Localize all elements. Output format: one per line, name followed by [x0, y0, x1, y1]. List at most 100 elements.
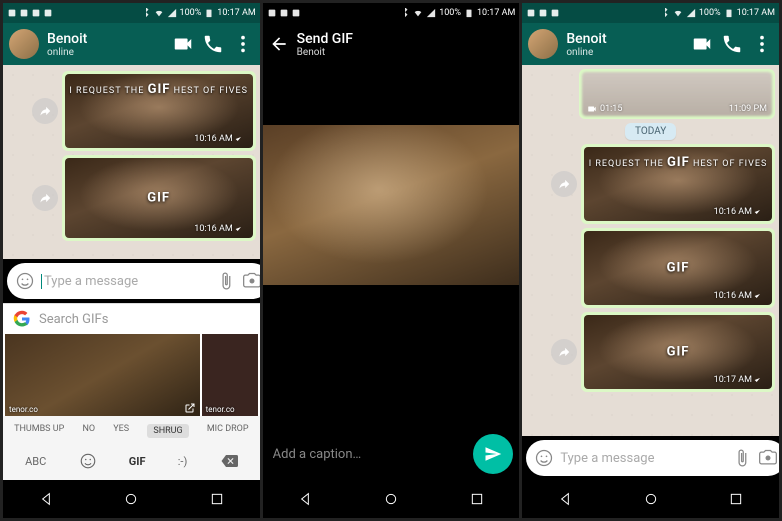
kb-emoticon[interactable]: :-)	[178, 455, 188, 468]
status-bar: 100% 10:17 AM	[522, 3, 779, 23]
timestamp: 10:16 AM	[194, 134, 232, 144]
notif-icon	[538, 8, 548, 18]
gif-category[interactable]: MIC DROP	[207, 424, 249, 438]
open-icon[interactable]	[184, 402, 196, 414]
bluetooth-icon	[400, 8, 410, 18]
videocall-icon[interactable]	[691, 33, 713, 55]
signal-icon	[167, 8, 177, 18]
wifi-icon	[413, 8, 423, 18]
read-ticks-icon	[235, 135, 247, 143]
gif-message[interactable]: GIF 10:16 AM	[581, 228, 775, 308]
attach-icon[interactable]	[216, 271, 236, 291]
nav-home-icon[interactable]	[123, 491, 139, 507]
gif-message[interactable]: I REQUEST THE GIF HEST OF FIVES 10:16 AM	[62, 71, 256, 151]
read-ticks-icon	[754, 376, 766, 384]
camera-icon[interactable]	[242, 271, 260, 291]
menu-icon[interactable]	[751, 33, 773, 55]
nav-back-icon[interactable]	[297, 491, 313, 507]
backspace-icon[interactable]	[220, 452, 238, 470]
gif-results: tenor.co tenor.co	[3, 334, 260, 416]
notif-icon	[526, 8, 536, 18]
forward-icon[interactable]	[32, 98, 58, 124]
emoji-icon[interactable]	[79, 452, 97, 470]
emoji-icon[interactable]	[15, 271, 35, 291]
contact-presence: online	[47, 47, 87, 58]
wifi-icon	[154, 8, 164, 18]
status-bar: 100% 10:17 AM	[263, 3, 520, 23]
gif-category[interactable]: NO	[82, 424, 95, 438]
contact-name: Benoit	[566, 31, 606, 47]
message-input-bar	[7, 263, 260, 299]
timestamp: 10:16 AM	[714, 207, 752, 217]
nav-bar	[263, 480, 520, 518]
chat-body[interactable]: I REQUEST THE GIF HEST OF FIVES 10:16 AM…	[3, 65, 260, 259]
nav-home-icon[interactable]	[383, 491, 399, 507]
message-input[interactable]	[41, 274, 210, 289]
kb-abc[interactable]: ABC	[25, 455, 46, 468]
signal-icon	[686, 8, 696, 18]
contact-info[interactable]: Benoit online	[47, 31, 87, 58]
read-ticks-icon	[754, 292, 766, 300]
gif-thumb[interactable]: tenor.co	[5, 334, 200, 416]
gif-categories: THUMBS UP NO YES SHRUG MIC DROP	[3, 416, 260, 446]
nav-back-icon[interactable]	[38, 491, 54, 507]
nav-home-icon[interactable]	[643, 491, 659, 507]
read-ticks-icon	[235, 225, 247, 233]
contact-info[interactable]: Benoit online	[566, 31, 606, 58]
attach-icon[interactable]	[732, 448, 752, 468]
notif-icon	[31, 8, 41, 18]
clock-text: 10:17 AM	[737, 8, 775, 18]
gif-category-selected[interactable]: SHRUG	[147, 424, 188, 438]
chat-header: Benoit online	[3, 23, 260, 65]
gif-badge: GIF	[147, 191, 170, 206]
camera-icon[interactable]	[758, 448, 778, 468]
forward-icon[interactable]	[551, 339, 577, 365]
forward-icon[interactable]	[32, 185, 58, 211]
gif-search-placeholder: Search GIFs	[39, 312, 108, 327]
gif-preview-image[interactable]	[263, 125, 520, 285]
gif-badge: GIF	[667, 345, 690, 360]
videocall-icon[interactable]	[172, 33, 194, 55]
nav-recent-icon[interactable]	[469, 491, 485, 507]
gif-message[interactable]: GIF 10:16 AM	[62, 155, 256, 241]
notif-icon	[267, 8, 277, 18]
nav-recent-icon[interactable]	[209, 491, 225, 507]
video-message[interactable]: 01:15 11:09 PM	[579, 69, 775, 119]
avatar[interactable]	[9, 29, 39, 59]
timestamp: 11:09 PM	[729, 104, 767, 114]
timestamp: 10:16 AM	[194, 224, 232, 234]
contact-name: Benoit	[47, 31, 87, 47]
message-input[interactable]	[560, 451, 726, 466]
notif-icon	[19, 8, 29, 18]
forward-icon[interactable]	[551, 171, 577, 197]
emoji-icon[interactable]	[534, 448, 554, 468]
chat-body[interactable]: 01:15 11:09 PM TODAY I REQUEST THE GIF H…	[522, 65, 779, 436]
back-icon[interactable]	[269, 34, 289, 54]
call-icon[interactable]	[202, 33, 224, 55]
google-icon	[13, 310, 31, 328]
gif-category[interactable]: THUMBS UP	[14, 424, 64, 438]
avatar[interactable]	[528, 29, 558, 59]
caption-input[interactable]	[273, 447, 458, 462]
menu-icon[interactable]	[232, 33, 254, 55]
wifi-icon	[673, 8, 683, 18]
gif-search-bar[interactable]: Search GIFs	[3, 303, 260, 334]
screen-chat-gifpicker: 100% 10:17 AM Benoit online I REQUEST TH…	[3, 3, 260, 518]
send-button[interactable]	[473, 434, 513, 474]
video-duration: 01:15	[600, 104, 622, 114]
gif-badge: GIF	[667, 261, 690, 276]
nav-back-icon[interactable]	[557, 491, 573, 507]
battery-text: 100%	[180, 8, 202, 18]
screen-send-gif: 100% 10:17 AM Send GIF Benoit	[263, 3, 520, 518]
gif-thumb[interactable]: tenor.co	[202, 334, 258, 416]
call-icon[interactable]	[721, 33, 743, 55]
nav-bar	[3, 480, 260, 518]
screen-title: Send GIF	[297, 31, 353, 47]
nav-recent-icon[interactable]	[728, 491, 744, 507]
notif-icon	[279, 8, 289, 18]
gif-message[interactable]: I REQUEST THE GIF HEST OF FIVES 10:16 AM	[581, 144, 775, 224]
send-gif-header: Send GIF Benoit	[263, 23, 520, 65]
kb-gif[interactable]: GIF	[129, 455, 146, 468]
gif-message[interactable]: GIF 10:17 AM	[581, 312, 775, 392]
gif-category[interactable]: YES	[113, 424, 129, 438]
